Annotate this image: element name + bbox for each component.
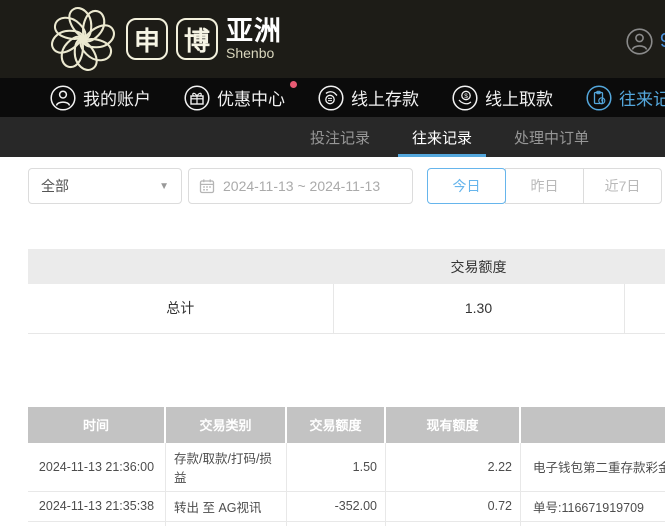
nav-label: 线上取款	[485, 90, 553, 109]
records-header-row: 时间 交易类别 交易额度 现有额度	[28, 406, 665, 443]
nav-item-promotions[interactable]: 优惠中心	[184, 80, 297, 111]
col-header-amount: 交易额度	[287, 406, 386, 443]
withdraw-icon: $	[452, 84, 478, 111]
yesterday-button[interactable]: 昨日	[505, 168, 584, 204]
transaction-records-page: 申 博 亚洲 Shenbo 9 我的账户	[0, 0, 665, 526]
date-range-input[interactable]: 2024-11-13 ~ 2024-11-13	[188, 168, 413, 204]
deposit-icon	[318, 84, 344, 111]
nav-item-withdraw[interactable]: $ 线上取款	[452, 84, 553, 111]
nav-item-transaction-records[interactable]: 往来记录	[586, 84, 665, 111]
nav-item-my-account[interactable]: 我的账户	[50, 84, 151, 111]
record-type: 存款/取款/打码/损益	[166, 442, 287, 492]
record-remark: 单号:116671919709	[521, 491, 665, 522]
record-balance: 0.72	[386, 491, 521, 522]
username-text: 9	[660, 30, 665, 53]
summary-header-empty	[28, 249, 333, 284]
category-select[interactable]: 全部 ▼	[28, 168, 182, 204]
tab-betting-records[interactable]: 投注记录	[296, 117, 384, 157]
svg-text:$: $	[464, 93, 468, 100]
last7days-button[interactable]: 近7日	[583, 168, 662, 204]
record-time: 2024-11-13 21:35:38	[28, 491, 166, 522]
summary-header-row: 交易额度	[28, 249, 665, 284]
tab-transaction-records[interactable]: 往来记录	[397, 117, 486, 157]
table-row: 2024-11-13 21:36:00 存款/取款/打码/损益 1.50 2.2…	[28, 442, 665, 492]
brand-region-block: 亚洲 Shenbo	[226, 17, 282, 60]
records-tab-bar: 投注记录 往来记录 处理中订单	[0, 117, 665, 157]
summary-total-value: 1.30	[333, 284, 625, 334]
chevron-down-icon: ▼	[159, 180, 169, 192]
records-table: 时间 交易类别 交易额度 现有额度 2024-11-13 21:36:00 存款…	[28, 406, 665, 526]
tab-pending-orders[interactable]: 处理中订单	[500, 117, 603, 157]
summary-header-empty2	[624, 249, 665, 284]
notification-dot	[290, 80, 297, 88]
summary-header-amount: 交易额度	[333, 249, 624, 284]
col-header-balance: 现有额度	[386, 406, 521, 443]
col-header-remark	[521, 406, 665, 443]
brand-char-shen: 申	[126, 18, 168, 60]
nav-label: 我的账户	[83, 90, 151, 109]
nav-label: 往来记录	[619, 90, 665, 109]
quick-date-buttons: 今日 昨日 近7日	[427, 168, 662, 204]
summary-table: 交易额度 总计 1.30	[28, 249, 665, 334]
account-icon	[50, 84, 76, 111]
brand-name-boxes: 申 博	[126, 18, 218, 60]
record-amount: 1.50	[287, 442, 386, 492]
brand-logo[interactable]: 申 博 亚洲 Shenbo	[50, 6, 282, 72]
col-header-time: 时间	[28, 406, 166, 443]
record-amount: -352.00	[287, 491, 386, 522]
record-remark: 电子钱包第二重存款彩金	[521, 442, 665, 492]
today-button[interactable]: 今日	[427, 168, 506, 204]
records-icon	[586, 84, 612, 111]
filter-row: 全部 ▼ 2024-11-13 ~ 2024-11-13 今日 昨日 近7日	[28, 168, 665, 204]
main-navigation: 我的账户 优惠中心 线上存款 $ 线上取款 往来记	[0, 78, 665, 117]
col-header-type: 交易类别	[166, 406, 287, 443]
record-balance: 2.22	[386, 442, 521, 492]
brand-char-bo: 博	[176, 18, 218, 60]
brand-header: 申 博 亚洲 Shenbo 9	[0, 0, 665, 78]
lotus-flower-icon	[51, 7, 115, 71]
brand-subtitle: Shenbo	[226, 44, 275, 61]
table-row: 2024-11-13 21:35:38 转出 至 AG视讯 -352.00 0.…	[28, 491, 665, 522]
gift-icon	[184, 84, 210, 111]
summary-total-label: 总计	[28, 284, 334, 334]
brand-region-label: 亚洲	[226, 16, 282, 47]
record-type: 转出 至 AG视讯	[166, 491, 287, 522]
calendar-icon	[199, 179, 215, 194]
nav-label: 优惠中心	[217, 90, 285, 109]
summary-total-empty	[624, 284, 665, 334]
category-select-value: 全部	[41, 178, 69, 194]
nav-item-deposit[interactable]: 线上存款	[318, 84, 419, 111]
record-time: 2024-11-13 21:36:00	[28, 442, 166, 492]
table-row-clipped	[28, 521, 665, 526]
summary-total-row: 总计 1.30	[28, 284, 665, 334]
avatar-icon	[626, 28, 653, 55]
date-range-value: 2024-11-13 ~ 2024-11-13	[223, 178, 381, 194]
user-account-area[interactable]: 9	[626, 28, 665, 55]
nav-label: 线上存款	[351, 90, 419, 109]
